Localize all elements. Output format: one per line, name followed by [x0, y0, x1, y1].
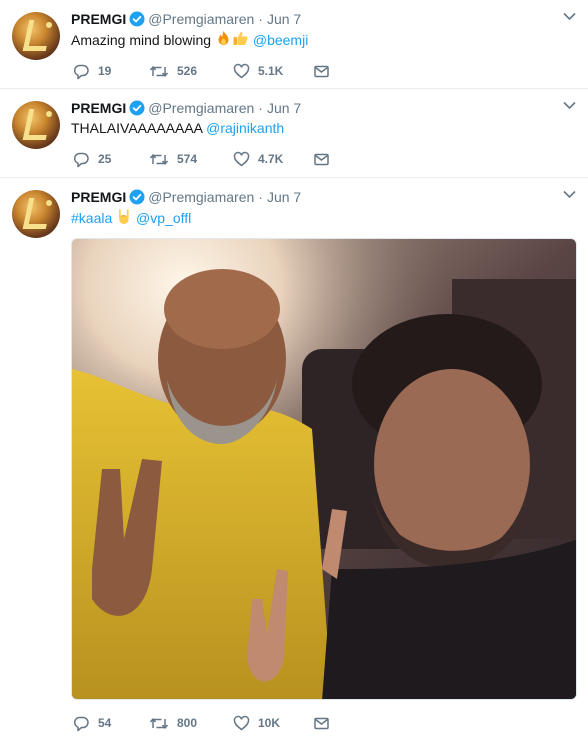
- retweet-count: 526: [177, 64, 198, 78]
- like-count: 5.1K: [258, 64, 284, 78]
- heart-icon: [233, 64, 250, 79]
- timestamp[interactable]: Jun 7: [267, 100, 301, 116]
- reply-count: 19: [98, 64, 112, 78]
- timestamp[interactable]: Jun 7: [267, 11, 301, 27]
- timestamp[interactable]: Jun 7: [267, 189, 301, 205]
- mention-link[interactable]: @beemji: [253, 32, 308, 48]
- reply-count: 54: [98, 716, 112, 730]
- dm-button[interactable]: [313, 149, 330, 169]
- separator: ·: [258, 11, 263, 27]
- like-button[interactable]: 5.1K: [233, 61, 283, 81]
- rock-on-hand-emoji: [116, 208, 132, 229]
- reply-icon: [73, 152, 90, 168]
- reply-icon: [73, 64, 90, 80]
- chevron-down-icon[interactable]: [563, 188, 576, 202]
- tweet-text: THALAIVAAAAAAAA @rajinikanth: [71, 119, 284, 137]
- tweet-text: #kaala @vp_offl: [71, 208, 191, 229]
- tweet-actions: 19 526 5.1K: [71, 61, 371, 81]
- chevron-down-icon[interactable]: [563, 10, 576, 24]
- verified-badge-icon: [129, 100, 145, 121]
- display-name[interactable]: PREMGI: [71, 100, 126, 116]
- avatar[interactable]: [12, 101, 60, 149]
- dm-button[interactable]: [313, 713, 330, 733]
- tweet-body: Amazing mind blowing: [71, 32, 212, 48]
- like-count: 4.7K: [258, 152, 284, 166]
- tweet-text: Amazing mind blowing @beemji: [71, 30, 308, 51]
- dm-button[interactable]: [313, 61, 330, 81]
- tweet-header: PREMGI @Premgiamaren · Jun 7: [71, 187, 554, 207]
- envelope-icon: [313, 152, 330, 166]
- mention-link[interactable]: @vp_offl: [136, 210, 191, 226]
- fire-emoji: [215, 30, 232, 51]
- hashtag-link[interactable]: #kaala: [71, 210, 112, 226]
- user-handle[interactable]: @Premgiamaren: [148, 100, 254, 116]
- retweet-button[interactable]: 800: [149, 713, 197, 733]
- avatar[interactable]: [12, 12, 60, 60]
- separator: ·: [258, 189, 263, 205]
- heart-icon: [233, 716, 250, 731]
- tweet-3[interactable]: PREMGI @Premgiamaren · Jun 7 #kaala @vp_off…: [0, 178, 588, 741]
- mention-link[interactable]: @rajinikanth: [206, 120, 284, 136]
- tweet-actions: 54 800 10K: [71, 713, 371, 733]
- retweet-count: 574: [177, 152, 198, 166]
- tweet-header: PREMGI @Premgiamaren · Jun 7: [71, 98, 554, 118]
- retweet-icon: [149, 152, 169, 166]
- retweet-button[interactable]: 526: [149, 61, 197, 81]
- reply-button[interactable]: 19: [73, 61, 111, 81]
- avatar[interactable]: [12, 190, 60, 238]
- retweet-icon: [149, 716, 169, 730]
- reply-button[interactable]: 25: [73, 149, 111, 169]
- chevron-down-icon[interactable]: [563, 99, 576, 113]
- verified-badge-icon: [129, 189, 145, 210]
- tweet-photo[interactable]: [71, 238, 577, 700]
- selfie-image: [72, 239, 576, 699]
- user-handle[interactable]: @Premgiamaren: [148, 189, 254, 205]
- retweet-icon: [149, 64, 169, 78]
- thumbs-up-emoji: [232, 30, 249, 51]
- like-count: 10K: [258, 716, 281, 730]
- tweet-actions: 25 574 4.7K: [71, 149, 371, 169]
- display-name[interactable]: PREMGI: [71, 11, 126, 27]
- tweet-header: PREMGI @Premgiamaren · Jun 7: [71, 9, 554, 29]
- display-name[interactable]: PREMGI: [71, 189, 126, 205]
- reply-count: 25: [98, 152, 112, 166]
- like-button[interactable]: 10K: [233, 713, 280, 733]
- retweet-button[interactable]: 574: [149, 149, 197, 169]
- tweet-2[interactable]: PREMGI @Premgiamaren · Jun 7 THALAIVAAAAAAA…: [0, 89, 588, 178]
- like-button[interactable]: 4.7K: [233, 149, 283, 169]
- verified-badge-icon: [129, 11, 145, 32]
- envelope-icon: [313, 64, 330, 78]
- retweet-count: 800: [177, 716, 198, 730]
- separator: ·: [258, 100, 263, 116]
- tweet-body: THALAIVAAAAAAAA: [71, 120, 203, 136]
- envelope-icon: [313, 716, 330, 730]
- reply-button[interactable]: 54: [73, 713, 111, 733]
- heart-icon: [233, 152, 250, 167]
- user-handle[interactable]: @Premgiamaren: [148, 11, 254, 27]
- reply-icon: [73, 716, 90, 732]
- tweet-1[interactable]: PREMGI @Premgiamaren · Jun 7 Amazing mind b…: [0, 0, 588, 89]
